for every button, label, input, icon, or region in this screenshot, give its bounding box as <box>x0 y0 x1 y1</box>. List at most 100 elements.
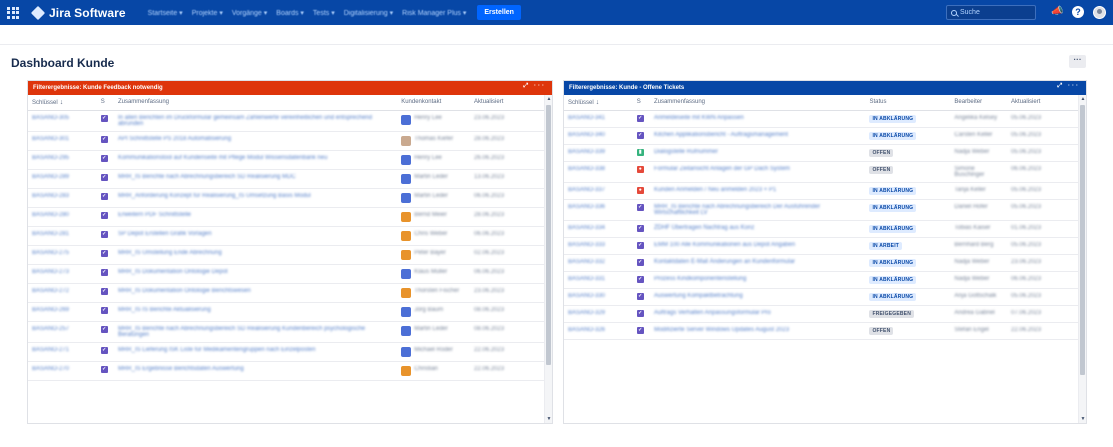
nav-menu-item[interactable]: Startseite ▾ <box>148 9 183 17</box>
notifications-icon[interactable]: 📣 <box>1051 7 1063 17</box>
table-row[interactable]: BASANO-338 ● Formular Zeitansicht Anlagen … <box>564 161 1086 183</box>
issue-key[interactable]: BASANO-334 <box>568 225 605 231</box>
issue-summary[interactable]: ZDHF Übertragen Nachtrag aus Konz <box>654 225 754 231</box>
column-header[interactable]: Aktualisiert <box>470 95 552 111</box>
table-row[interactable]: BASANO-269 ✓ MRR_IS IS Berichte Aktualisie… <box>28 302 552 322</box>
table-row[interactable]: BASANO-330 ✓ Auswertung Kompaktbetrachtung… <box>564 288 1086 306</box>
scrollbar[interactable]: ▲ ▼ <box>544 95 552 423</box>
issue-key[interactable]: BASANO-326 <box>568 327 605 333</box>
issue-key[interactable]: BASANO-269 <box>32 307 69 313</box>
issue-key[interactable]: BASANO-301 <box>32 136 69 142</box>
column-header[interactable]: S <box>632 95 650 111</box>
table-row[interactable]: BASANO-334 ✓ ZDHF Übertragen Nachtrag aus … <box>564 220 1086 238</box>
nav-menu-item[interactable]: Risk Manager Plus ▾ <box>402 9 466 17</box>
table-row[interactable]: BASANO-326 ✓ Modifizierte Server Windows U… <box>564 322 1086 340</box>
table-row[interactable]: BASANO-336 ✓ MRR_IS Berichte nach Abrechnu… <box>564 199 1086 221</box>
scroll-down-icon[interactable]: ▼ <box>545 415 552 423</box>
issue-summary[interactable]: MRR_IS Ergebnisse Berichtsdaten Auswertu… <box>118 366 244 372</box>
issue-summary[interactable]: Auswertung Kompaktbetrachtung <box>654 293 743 299</box>
issue-key[interactable]: BASANO-305 <box>32 115 69 121</box>
table-row[interactable]: BASANO-275 ✓ MRR_IS Umstellung Ende Abrech… <box>28 245 552 265</box>
create-button[interactable]: Erstellen <box>477 5 521 20</box>
nav-menu-item[interactable]: Projekte ▾ <box>192 9 223 17</box>
issue-key[interactable]: BASANO-332 <box>568 259 605 265</box>
gadget-tools[interactable]: ⤢ ··· <box>1058 83 1080 90</box>
column-header[interactable]: Aktualisiert <box>1007 95 1086 111</box>
table-row[interactable]: BASANO-301 ✓ API Schnittstelle PS 2018 Aut… <box>28 131 552 151</box>
column-header[interactable]: S <box>96 95 114 111</box>
table-row[interactable]: BASANO-295 ✓ Kommunikationstool auf Kunden… <box>28 150 552 170</box>
issue-key[interactable]: BASANO-330 <box>568 293 605 299</box>
table-row[interactable]: BASANO-273 ✓ MRR_IS Dokumentation Ontologi… <box>28 264 552 284</box>
issue-summary[interactable]: EMM 100 Alle Kommunikationen aus Depot A… <box>654 242 795 248</box>
issue-key[interactable]: BASANO-329 <box>568 310 605 316</box>
table-row[interactable]: BASANO-280 ✓ Erweitern PDF Schnittstelle Be… <box>28 207 552 227</box>
table-row[interactable]: BASANO-257 ✓ MRR_IS Berichte nach Abrechnu… <box>28 321 552 343</box>
issue-key[interactable]: BASANO-275 <box>32 250 69 256</box>
scrollbar[interactable]: ▲ ▼ <box>1078 95 1086 423</box>
nav-menu-item[interactable]: Boards ▾ <box>276 9 304 17</box>
scroll-up-icon[interactable]: ▲ <box>545 95 552 103</box>
jira-logo[interactable]: Jira Software <box>30 5 126 20</box>
issue-summary[interactable]: MRR_IS IS Berichte Aktualisierung <box>118 307 211 313</box>
issue-summary[interactable]: Kunden Anmelden / Neu anmelden 2023 + P1 <box>654 187 776 193</box>
issue-key[interactable]: BASANO-337 <box>568 187 605 193</box>
scroll-thumb[interactable] <box>546 105 551 365</box>
issue-summary[interactable]: Dialogstelle Rufnummer <box>654 149 718 155</box>
issue-key[interactable]: BASANO-295 <box>32 155 69 161</box>
user-avatar[interactable] <box>1093 6 1106 19</box>
issue-key[interactable]: BASANO-271 <box>32 347 69 353</box>
issue-key[interactable]: BASANO-283 <box>32 193 69 199</box>
issue-summary[interactable]: Anmeldeseite mit KWN Anpassen <box>654 115 744 121</box>
table-row[interactable]: BASANO-340 ✓ Kitchen Applikationsbericht -… <box>564 127 1086 145</box>
issue-key[interactable]: BASANO-270 <box>32 366 69 372</box>
issue-key[interactable]: BASANO-289 <box>32 174 69 180</box>
issue-summary[interactable]: Kitchen Applikationsbericht - Auftragsma… <box>654 132 788 138</box>
table-row[interactable]: BASANO-305 ✓ In allen Berichten im Druckfo… <box>28 110 552 132</box>
nav-menu-item[interactable]: Tests ▾ <box>313 9 335 17</box>
issue-summary[interactable]: SP Depot Erstellen Grafik Vorlagen <box>118 231 212 237</box>
column-header[interactable]: Zusammenfassung <box>649 95 866 111</box>
issue-summary[interactable]: Auftrags Verhalten Anpassungsformular Pr… <box>654 310 771 316</box>
issue-key[interactable]: BASANO-257 <box>32 326 69 332</box>
issue-summary[interactable]: MRR_IS Lieferung ISK Liste für Medikamen… <box>118 347 315 353</box>
issue-summary[interactable]: Kommunikationstool auf Kundenseite mit P… <box>118 155 327 161</box>
issue-key[interactable]: BASANO-341 <box>568 115 605 121</box>
table-row[interactable]: BASANO-272 ✓ MRR_IS Dokumentation Ontologi… <box>28 283 552 303</box>
issue-key[interactable]: BASANO-273 <box>32 269 69 275</box>
table-row[interactable]: BASANO-289 ✓ MRR_IS Berichte nach Abrechnu… <box>28 169 552 189</box>
issue-summary[interactable]: MRR_IS Berichte nach Abrechnungsbereich … <box>654 204 820 216</box>
table-row[interactable]: BASANO-271 ✓ MRR_IS Lieferung ISK Liste fü… <box>28 342 552 362</box>
issue-key[interactable]: BASANO-339 <box>568 149 605 155</box>
table-row[interactable]: BASANO-270 ✓ MRR_IS Ergebnisse Berichtsdat… <box>28 361 552 381</box>
issue-summary[interactable]: Formular Zeitansicht Anlagen der GP Dach… <box>654 166 790 172</box>
issue-key[interactable]: BASANO-336 <box>568 204 605 210</box>
column-header[interactable]: Bearbeiter <box>950 95 1008 111</box>
table-row[interactable]: BASANO-332 ✓ Kontaktdaten E-Mail Änderunge… <box>564 254 1086 272</box>
table-row[interactable]: BASANO-283 ✓ MRR_Anforderung Konzept für R… <box>28 188 552 208</box>
scroll-up-icon[interactable]: ▲ <box>1079 95 1086 103</box>
table-row[interactable]: BASANO-329 ✓ Auftrags Verhalten Anpassungs… <box>564 305 1086 323</box>
issue-summary[interactable]: MRR_IS Berichte nach Abrechnungsbereich … <box>118 326 365 338</box>
table-row[interactable]: BASANO-331 ✓ Prozess Kindkomponentenstellu… <box>564 271 1086 289</box>
app-switcher-icon[interactable] <box>7 6 19 19</box>
scroll-down-icon[interactable]: ▼ <box>1079 415 1086 423</box>
column-header[interactable]: Status <box>865 95 951 111</box>
issue-summary[interactable]: API Schnittstelle PS 2018 Automatisierun… <box>118 136 231 142</box>
table-row[interactable]: BASANO-333 ✓ EMM 100 Alle Kommunikationen … <box>564 237 1086 255</box>
table-row[interactable]: BASANO-281 ✓ SP Depot Erstellen Grafik Vor… <box>28 226 552 246</box>
nav-menu-item[interactable]: Vorgänge ▾ <box>232 9 267 17</box>
column-header[interactable]: Schlüssel ↓ <box>28 95 97 111</box>
nav-menu-item[interactable]: Digitalisierung ▾ <box>344 9 393 17</box>
issue-summary[interactable]: MRR_IS Dokumentation Ontologie Depot <box>118 269 228 275</box>
issue-summary[interactable]: Prozess Kindkomponentenstellung <box>654 276 746 282</box>
issue-key[interactable]: BASANO-338 <box>568 166 605 172</box>
issue-key[interactable]: BASANO-331 <box>568 276 605 282</box>
issue-key[interactable]: BASANO-333 <box>568 242 605 248</box>
issue-summary[interactable]: MRR_IS Berichte nach Abrechnungsbereich … <box>118 174 296 180</box>
help-icon[interactable]: ? <box>1072 6 1084 18</box>
table-row[interactable]: BASANO-341 ✓ Anmeldeseite mit KWN Anpassen… <box>564 110 1086 128</box>
issue-summary[interactable]: MRR_IS Umstellung Ende Abrechnung <box>118 250 222 256</box>
dashboard-more-button[interactable]: ··· <box>1069 55 1086 68</box>
column-header[interactable]: Zusammenfassung <box>113 95 398 111</box>
